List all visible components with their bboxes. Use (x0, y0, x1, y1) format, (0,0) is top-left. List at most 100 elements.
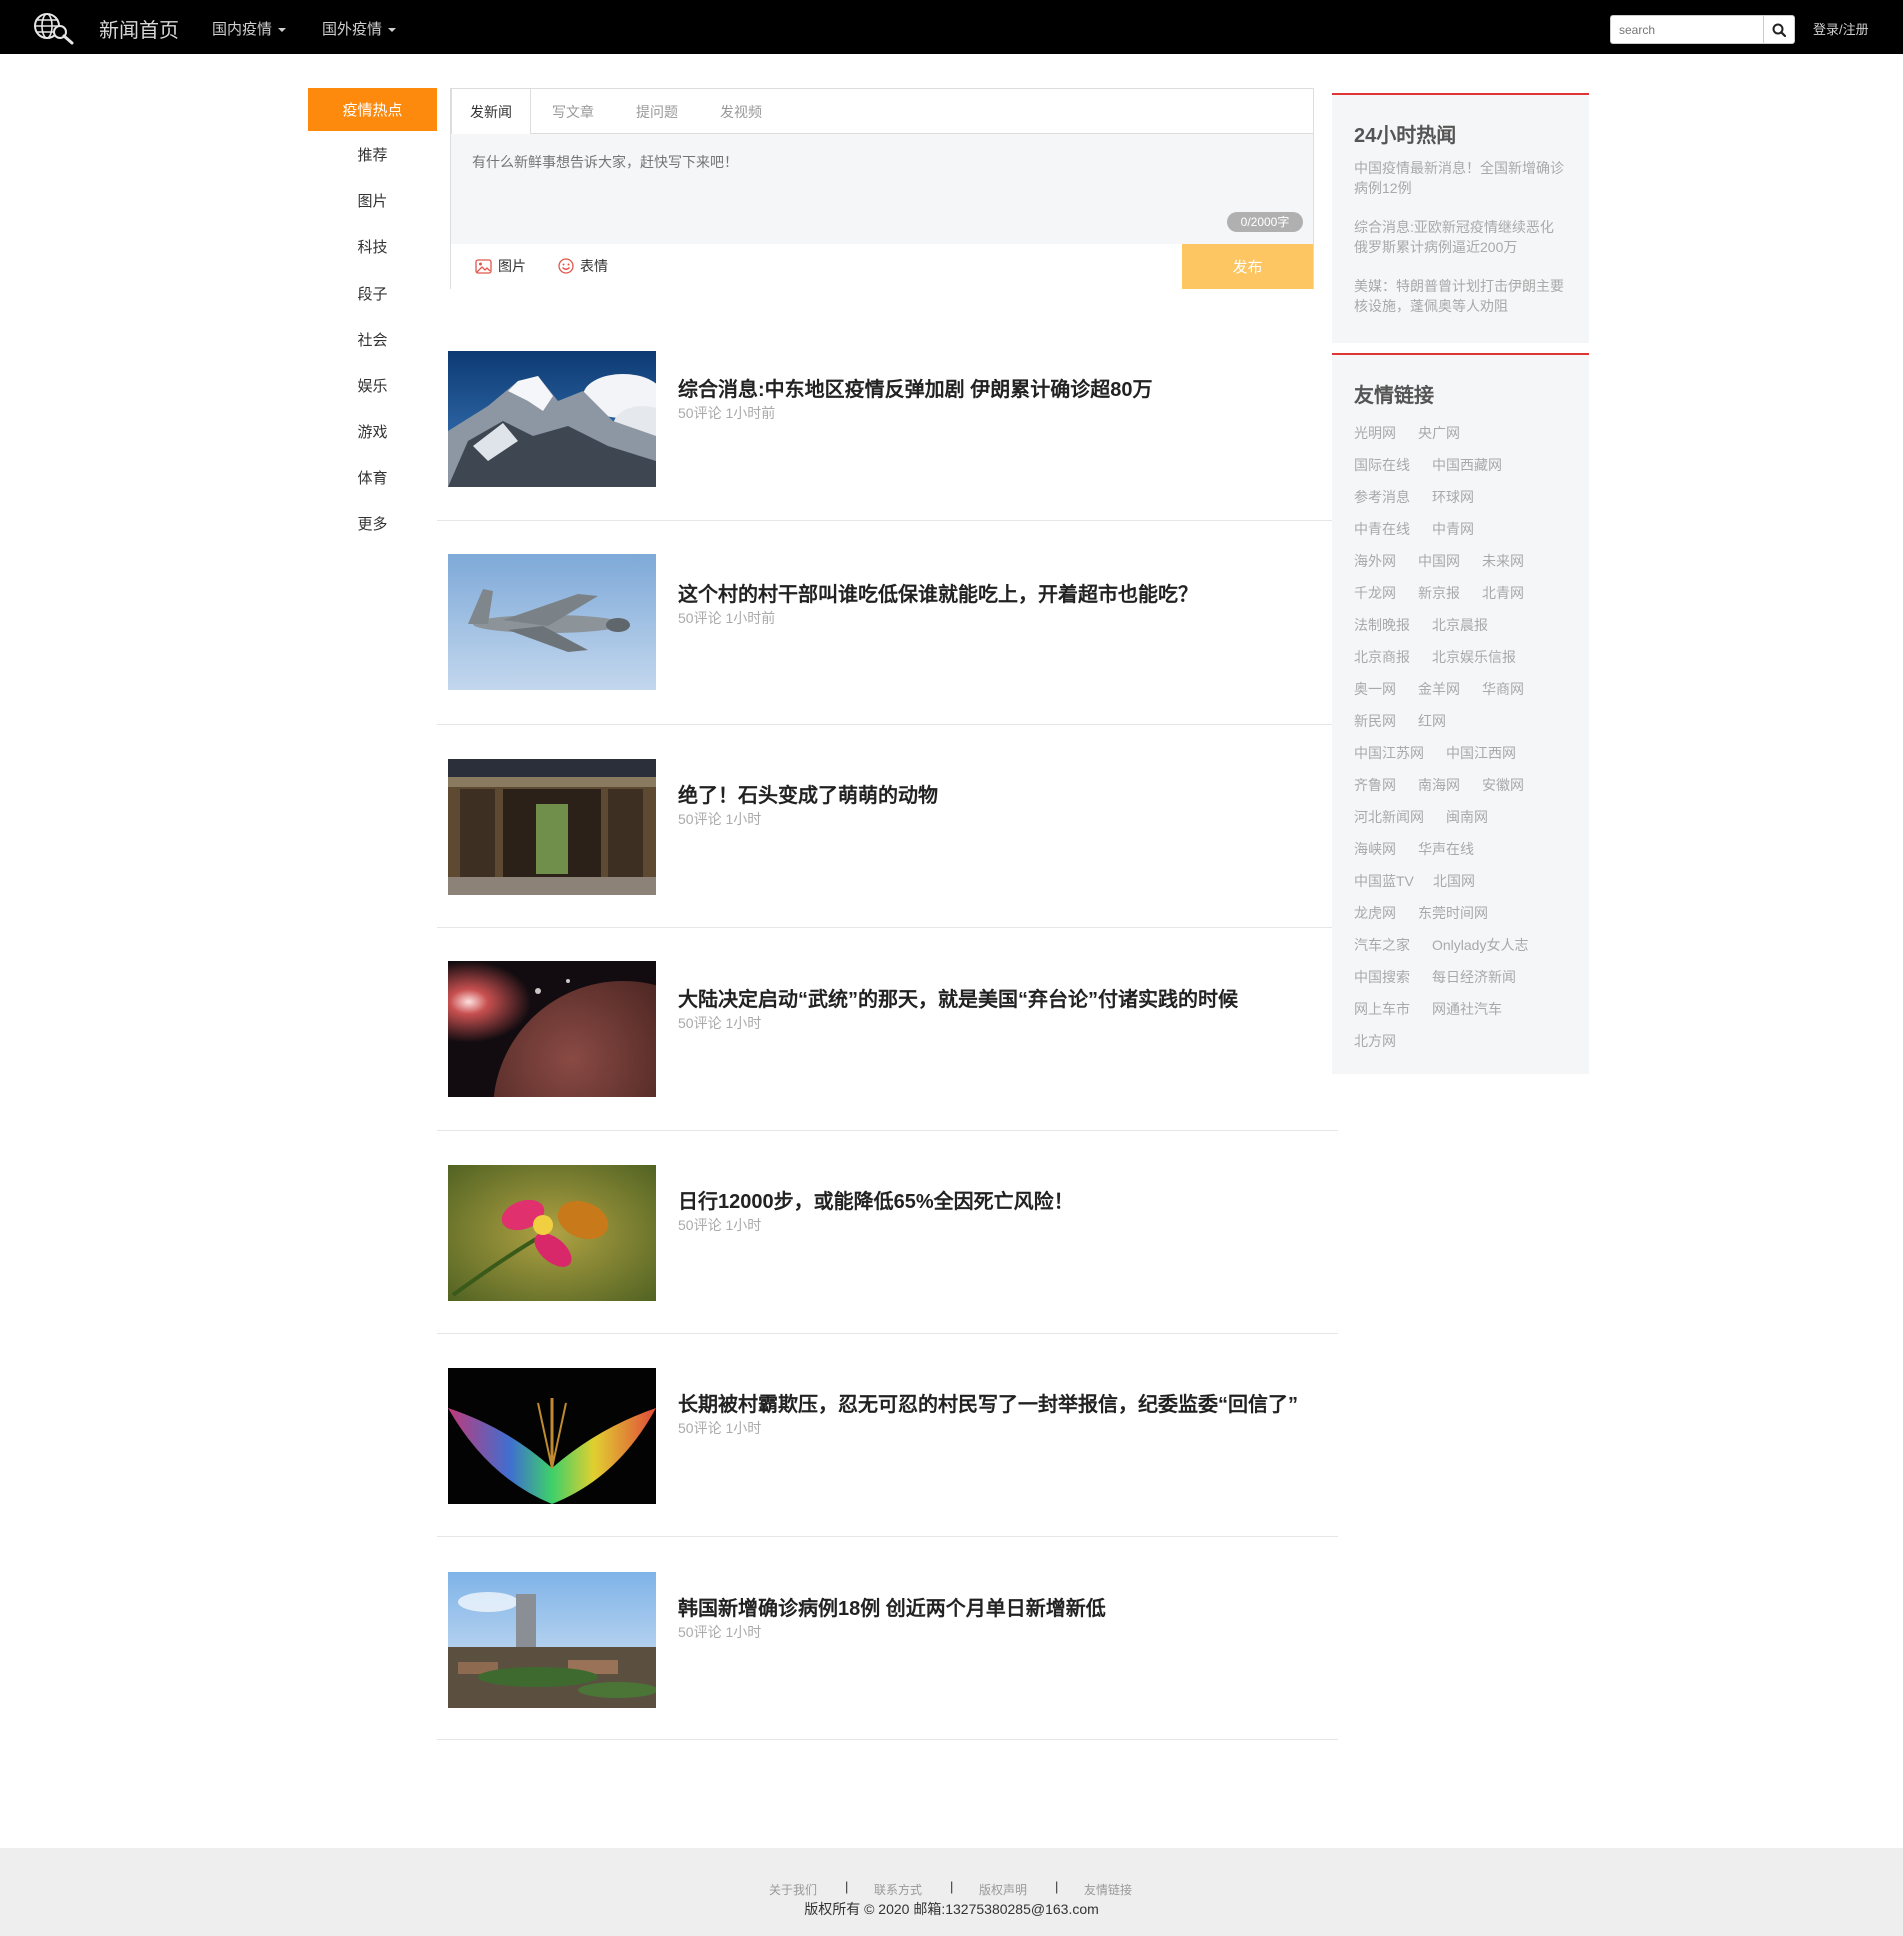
sidebar-item-pictures[interactable]: 图片 (308, 190, 437, 211)
panel-title: 友情链接 (1354, 385, 1434, 407)
friend-link[interactable]: 北方网 (1354, 1031, 1396, 1051)
friend-link[interactable]: 每日经济新闻 (1432, 967, 1516, 987)
friend-link[interactable]: 环球网 (1432, 487, 1474, 507)
publish-button[interactable]: 发布 (1182, 244, 1313, 289)
friend-link[interactable]: 央广网 (1418, 423, 1460, 443)
news-thumbnail-temple[interactable] (448, 759, 656, 895)
friend-link[interactable]: Onlylady女人志 (1432, 935, 1528, 955)
news-thumbnail-butterfly[interactable] (448, 1165, 656, 1301)
friend-link[interactable]: 中国西藏网 (1432, 455, 1502, 475)
friend-link[interactable]: 北青网 (1482, 583, 1524, 603)
friend-link[interactable]: 新民网 (1354, 711, 1396, 731)
friend-link[interactable]: 龙虎网 (1354, 903, 1396, 923)
news-thumbnail-planet[interactable] (448, 961, 656, 1097)
hot-news-link[interactable]: 综合消息:亚欧新冠疫情继续恶化 俄罗斯累计病例逼近200万 (1354, 217, 1567, 257)
friend-link[interactable]: 华商网 (1482, 679, 1524, 699)
friend-link[interactable]: 参考消息 (1354, 487, 1410, 507)
page-footer: 关于我们 | 联系方式 | 版权声明 | 友情链接 版权所有 © 2020 邮箱… (0, 1848, 1903, 1936)
footer-separator: | (845, 1879, 849, 1894)
footer-separator: | (1055, 1879, 1059, 1894)
brand-home-link[interactable]: 新闻首页 (99, 14, 179, 43)
sidebar-item-jokes[interactable]: 段子 (308, 283, 437, 304)
friend-link[interactable]: 安徽网 (1482, 775, 1524, 795)
tab-post-news[interactable]: 发新闻 (451, 89, 531, 135)
composer-textarea[interactable] (451, 134, 1313, 244)
insert-image-button[interactable]: 图片 (475, 256, 526, 276)
friend-link[interactable]: 中国网 (1418, 551, 1460, 571)
friend-link[interactable]: 闽南网 (1446, 807, 1488, 827)
hot-news-link[interactable]: 中国疫情最新消息！全国新增确诊病例12例 (1354, 158, 1567, 198)
friend-link[interactable]: 金羊网 (1418, 679, 1460, 699)
news-title-link[interactable]: 这个村的村干部叫谁吃低保谁就能吃上，开着超市也能吃？ (678, 578, 1198, 607)
image-icon (475, 258, 492, 274)
friend-link[interactable]: 北京晨报 (1432, 615, 1488, 635)
friend-link[interactable]: 红网 (1418, 711, 1446, 731)
footer-link-about[interactable]: 关于我们 (769, 1881, 817, 1898)
sidebar-item-more[interactable]: 更多 (308, 513, 437, 534)
hot-news-link[interactable]: 美媒：特朗普曾计划打击伊朗主要核设施，蓬佩奥等人劝阻 (1354, 276, 1567, 316)
friend-link[interactable]: 齐鲁网 (1354, 775, 1396, 795)
sidebar-item-epidemic-hot[interactable]: 疫情热点 (308, 88, 437, 131)
globe-search-logo-icon[interactable] (30, 11, 76, 45)
friend-link[interactable]: 东莞时间网 (1418, 903, 1488, 923)
news-title-link[interactable]: 长期被村霸欺压，忍无可忍的村民写了一封举报信，纪委监委“回信了” (678, 1388, 1298, 1417)
news-title-link[interactable]: 绝了！石头变成了萌萌的动物 (678, 779, 938, 808)
news-thumbnail-mountain[interactable] (448, 351, 656, 487)
friend-link[interactable]: 中国蓝TV (1354, 871, 1414, 891)
news-title-link[interactable]: 韩国新增确诊病例18例 创近两个月单日新增新低 (678, 1592, 1106, 1621)
friend-link[interactable]: 南海网 (1418, 775, 1460, 795)
friend-link[interactable]: 法制晚报 (1354, 615, 1410, 635)
foreign-epidemic-dropdown[interactable]: 国外疫情 (322, 18, 397, 39)
friend-link[interactable]: 海峡网 (1354, 839, 1396, 859)
friend-link[interactable]: 网通社汽车 (1432, 999, 1502, 1019)
news-item: 长期被村霸欺压，忍无可忍的村民写了一封举报信，纪委监委“回信了” 50评论 1小… (437, 1333, 1338, 1537)
login-register-link[interactable]: 登录/注册 (1813, 19, 1869, 38)
friend-link[interactable]: 海外网 (1354, 551, 1396, 571)
sidebar-item-entertainment[interactable]: 娱乐 (308, 375, 437, 396)
footer-link-friend-links[interactable]: 友情链接 (1084, 1881, 1132, 1898)
friend-link[interactable]: 未来网 (1482, 551, 1524, 571)
news-thumbnail-flower[interactable] (448, 1368, 656, 1504)
copyright-text: 版权所有 © 2020 邮箱:13275380285@163.com (804, 1901, 1099, 1917)
search-button[interactable] (1763, 15, 1795, 44)
sidebar-item-tech[interactable]: 科技 (308, 236, 437, 257)
news-meta: 50评论 1小时前 (678, 610, 776, 626)
friend-link[interactable]: 北京娱乐信报 (1432, 647, 1516, 667)
news-thumbnail-city[interactable] (448, 1572, 656, 1708)
friend-link[interactable]: 华声在线 (1418, 839, 1474, 859)
friend-link[interactable]: 汽车之家 (1354, 935, 1410, 955)
friend-link[interactable]: 奥一网 (1354, 679, 1396, 699)
friend-link[interactable]: 中国搜索 (1354, 967, 1410, 987)
search-input[interactable] (1610, 15, 1764, 44)
friend-link[interactable]: 北京商报 (1354, 647, 1410, 667)
footer-link-contact[interactable]: 联系方式 (874, 1881, 922, 1898)
sidebar-item-recommend[interactable]: 推荐 (308, 144, 437, 165)
insert-emoji-button[interactable]: 表情 (558, 256, 608, 276)
friend-link[interactable]: 中青在线 (1354, 519, 1410, 539)
friend-link[interactable]: 新京报 (1418, 583, 1460, 603)
friend-link[interactable]: 中国江西网 (1446, 743, 1516, 763)
friend-link[interactable]: 网上车市 (1354, 999, 1410, 1019)
friend-link[interactable]: 千龙网 (1354, 583, 1396, 603)
footer-link-copyright[interactable]: 版权声明 (979, 1881, 1027, 1898)
friend-link[interactable]: 北国网 (1433, 871, 1475, 891)
friend-link[interactable]: 国际在线 (1354, 455, 1410, 475)
news-title-link[interactable]: 大陆决定启动“武统”的那天，就是美国“弃台论”付诸实践的时候 (678, 983, 1238, 1012)
sidebar-item-sports[interactable]: 体育 (308, 467, 437, 488)
friend-link[interactable]: 中国江苏网 (1354, 743, 1424, 763)
news-thumbnail-airplane[interactable] (448, 554, 656, 690)
tab-ask-question[interactable]: 提问题 (615, 89, 699, 134)
smiley-icon (558, 258, 574, 274)
domestic-epidemic-dropdown[interactable]: 国内疫情 (212, 18, 287, 39)
tab-write-article[interactable]: 写文章 (531, 89, 615, 134)
friend-link[interactable]: 河北新闻网 (1354, 807, 1424, 827)
friend-link[interactable]: 光明网 (1354, 423, 1396, 443)
sidebar-item-games[interactable]: 游戏 (308, 421, 437, 442)
search-icon (1772, 23, 1786, 37)
sidebar-item-society[interactable]: 社会 (308, 329, 437, 350)
tab-post-video[interactable]: 发视频 (699, 89, 783, 134)
news-title-link[interactable]: 日行12000步，或能降低65%全因死亡风险！ (678, 1185, 1074, 1214)
news-title-link[interactable]: 综合消息:中东地区疫情反弹加剧 伊朗累计确诊超80万 (678, 373, 1152, 402)
friend-link[interactable]: 中青网 (1432, 519, 1474, 539)
composer-tabs: 发新闻 写文章 提问题 发视频 (451, 89, 1313, 135)
